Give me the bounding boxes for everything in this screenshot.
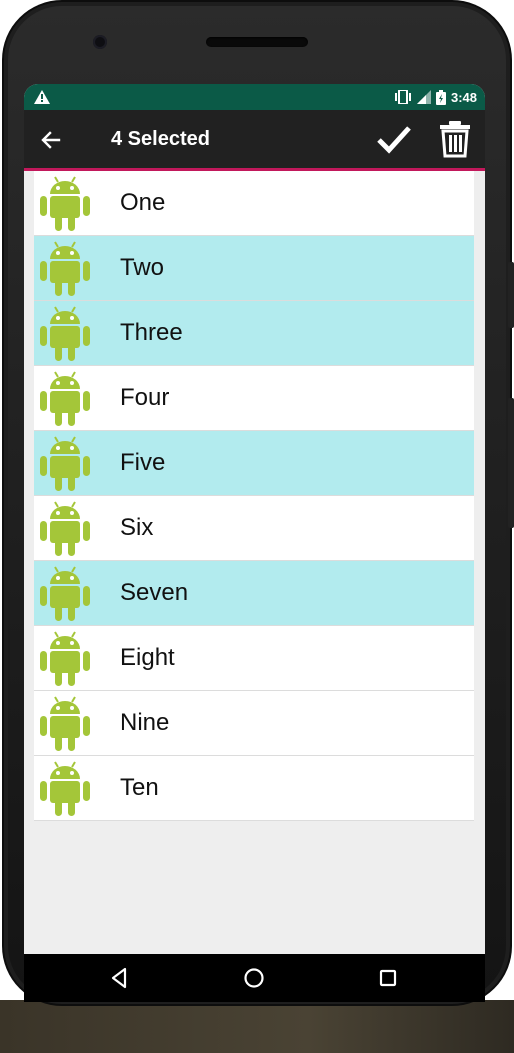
android-robot-icon bbox=[38, 369, 92, 427]
item-list: One Two Three Four Five Six Seven Eight Nine Ten bbox=[34, 171, 474, 821]
home-circle-icon[interactable] bbox=[242, 966, 266, 990]
android-robot-icon bbox=[38, 694, 92, 752]
android-robot-icon bbox=[38, 499, 92, 557]
vibrate-icon bbox=[394, 90, 411, 104]
android-robot-icon bbox=[38, 239, 92, 297]
trash-icon[interactable] bbox=[438, 120, 472, 158]
android-robot-icon bbox=[38, 564, 92, 622]
list-item-label: One bbox=[120, 189, 166, 216]
status-icons: 3:48 bbox=[394, 89, 477, 105]
list-item[interactable]: Three bbox=[34, 301, 474, 366]
list-item[interactable]: Seven bbox=[34, 561, 474, 626]
list-item[interactable]: Five bbox=[34, 431, 474, 496]
toolbar-title: 4 Selected bbox=[111, 128, 210, 150]
android-robot-icon bbox=[38, 434, 92, 492]
list-item[interactable]: Nine bbox=[34, 691, 474, 756]
action-mode-toolbar: 4 Selected bbox=[24, 110, 485, 168]
android-robot-icon bbox=[38, 629, 92, 687]
list-item[interactable]: One bbox=[34, 171, 474, 236]
app-screen: 3:48 4 Selected One Two Three Four Five Six Se… bbox=[24, 84, 485, 1002]
android-robot-icon bbox=[38, 174, 92, 232]
list-item[interactable]: Two bbox=[34, 236, 474, 301]
list-item-label: Six bbox=[120, 514, 154, 541]
device-shadow bbox=[0, 1000, 514, 1053]
list-item-label: Nine bbox=[120, 709, 170, 736]
volume-button bbox=[508, 262, 514, 328]
navigation-bar bbox=[24, 954, 485, 1002]
status-time: 3:48 bbox=[450, 89, 477, 105]
back-triangle-icon[interactable] bbox=[108, 966, 132, 990]
list-item[interactable]: Four bbox=[34, 366, 474, 431]
list-item-label: Three bbox=[120, 319, 183, 346]
list-item[interactable]: Ten bbox=[34, 756, 474, 821]
battery-icon bbox=[435, 89, 446, 105]
list-item-label: Two bbox=[120, 254, 165, 281]
front-camera bbox=[93, 35, 107, 49]
list-item[interactable]: Six bbox=[34, 496, 474, 561]
list-item[interactable]: Eight bbox=[34, 626, 474, 691]
power-button bbox=[508, 398, 514, 528]
android-robot-icon bbox=[38, 304, 92, 362]
list-item-label: Four bbox=[120, 384, 170, 411]
list-item-label: Eight bbox=[120, 644, 175, 671]
list-item-label: Seven bbox=[120, 579, 189, 606]
status-bar: 3:48 bbox=[24, 84, 485, 110]
earpiece-speaker bbox=[206, 37, 308, 47]
list-item-label: Ten bbox=[120, 774, 159, 801]
recents-square-icon[interactable] bbox=[376, 966, 400, 990]
list-item-label: Five bbox=[120, 449, 166, 476]
arrow-back-icon[interactable] bbox=[38, 127, 64, 153]
check-icon[interactable] bbox=[376, 122, 412, 156]
signal-icon bbox=[416, 90, 431, 104]
warning-icon bbox=[34, 90, 50, 104]
android-robot-icon bbox=[38, 759, 92, 817]
